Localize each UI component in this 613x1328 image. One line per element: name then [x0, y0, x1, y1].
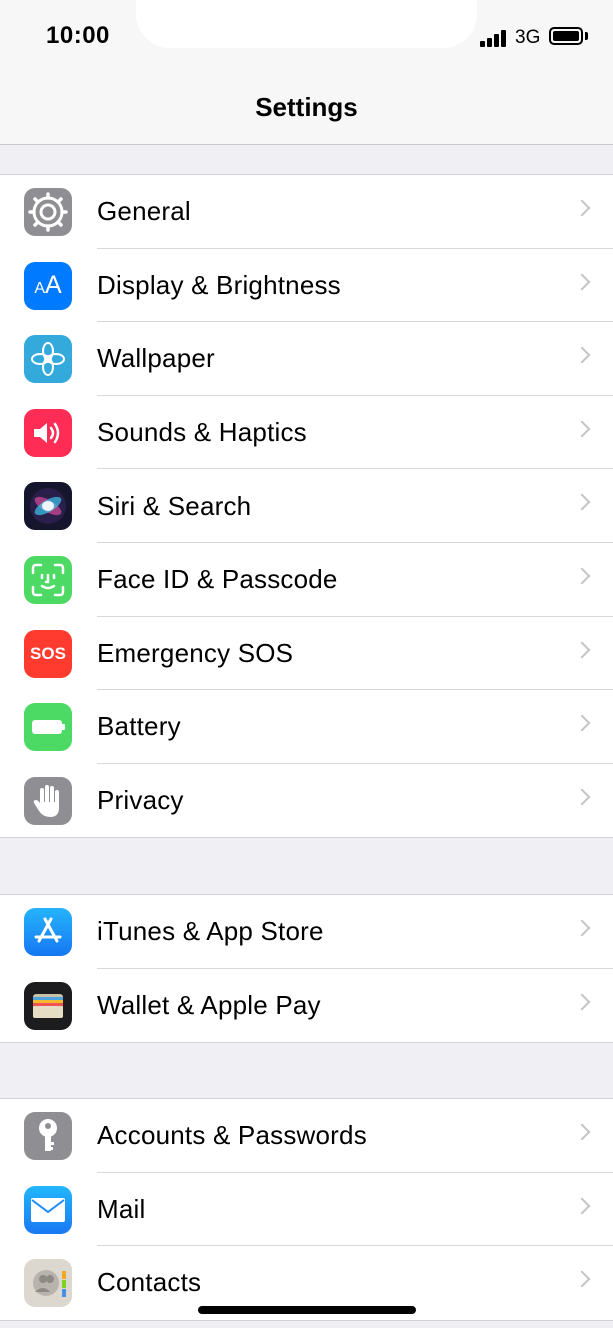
chevron-right-icon: [573, 919, 591, 937]
battery-icon: [24, 703, 72, 752]
settings-row-wallpaper[interactable]: Wallpaper: [0, 322, 613, 396]
chevron-right-icon: [573, 641, 591, 659]
page-title: Settings: [255, 92, 358, 122]
settings-row-wallet-apple-pay[interactable]: Wallet & Apple Pay: [0, 969, 613, 1043]
settings-row-general[interactable]: General: [0, 175, 613, 249]
battery-status-icon: [549, 27, 583, 45]
settings-row-label: Wallet & Apple Pay: [97, 989, 321, 1020]
chevron-right-icon: [573, 993, 591, 1011]
settings-row-emergency-sos[interactable]: SOS Emergency SOS: [0, 617, 613, 691]
gear-icon: [24, 188, 72, 236]
contacts-icon: [24, 1259, 72, 1308]
chevron-right-icon: [573, 493, 591, 511]
hand-icon: [24, 776, 72, 825]
settings-row-battery[interactable]: Battery: [0, 690, 613, 764]
chevron-right-icon: [573, 1270, 591, 1288]
chevron-right-icon: [573, 567, 591, 585]
battery-cap: [585, 32, 588, 40]
settings-row-label: Mail: [97, 1193, 146, 1224]
settings-row-label: Emergency SOS: [97, 637, 294, 668]
chevron-right-icon: [573, 199, 591, 217]
mail-icon: [24, 1185, 72, 1234]
chevron-right-icon: [573, 788, 591, 806]
chevron-right-icon: [573, 1123, 591, 1141]
settings-row-mail[interactable]: Mail: [0, 1173, 613, 1247]
settings-row-label: Wallpaper: [97, 343, 215, 374]
wallet-icon: [24, 981, 72, 1030]
settings-row-label: Contacts: [97, 1267, 202, 1298]
settings-row-label: Sounds & Haptics: [97, 417, 307, 448]
settings-row-label: Face ID & Passcode: [97, 564, 338, 595]
home-indicator[interactable]: [198, 1306, 416, 1314]
settings-group-store: iTunes & App Store Wallet & Apple Pay: [0, 894, 613, 1044]
network-type: 3G: [515, 27, 541, 48]
chevron-right-icon: [573, 273, 591, 291]
settings-row-display-brightness[interactable]: AA Display & Brightness: [0, 249, 613, 323]
siri-icon: [24, 482, 72, 531]
settings-group-device: General AA Display & Brightness Wallpape…: [0, 174, 613, 839]
settings-row-label: General: [97, 196, 191, 227]
flower-icon: [24, 335, 72, 384]
settings-row-label: Battery: [97, 711, 181, 742]
settings-row-accounts-passwords[interactable]: Accounts & Passwords: [0, 1099, 613, 1173]
chevron-right-icon: [573, 346, 591, 364]
chevron-right-icon: [573, 420, 591, 438]
settings-row-label: Siri & Search: [97, 490, 252, 521]
settings-row-privacy[interactable]: Privacy: [0, 764, 613, 838]
settings-row-label: Display & Brightness: [97, 269, 341, 300]
settings-row-itunes-app-store[interactable]: iTunes & App Store: [0, 895, 613, 969]
sos-icon-text: SOS: [30, 643, 66, 663]
notch: [136, 0, 477, 48]
settings-row-sounds-haptics[interactable]: Sounds & Haptics: [0, 396, 613, 470]
cellular-signal-icon: [480, 29, 510, 47]
chevron-right-icon: [573, 1197, 591, 1215]
navigation-bar: Settings: [0, 80, 613, 145]
display-aa-icon: AA: [24, 261, 72, 310]
key-icon: [24, 1112, 72, 1160]
face-id-icon: [24, 555, 72, 604]
app-store-icon: [24, 908, 72, 956]
settings-row-label: iTunes & App Store: [97, 916, 324, 947]
settings-group-accounts: Accounts & Passwords Mail Contacts: [0, 1098, 613, 1321]
speaker-icon: [24, 408, 72, 457]
settings-row-label: Accounts & Passwords: [97, 1120, 367, 1151]
settings-row-face-id-passcode[interactable]: Face ID & Passcode: [0, 543, 613, 617]
sos-icon: SOS: [24, 629, 72, 678]
chevron-right-icon: [573, 714, 591, 732]
status-time: 10:00: [46, 22, 110, 49]
settings-row-label: Privacy: [97, 785, 184, 816]
settings-row-siri-search[interactable]: Siri & Search: [0, 469, 613, 543]
status-bar: 10:00 3G: [0, 0, 613, 80]
